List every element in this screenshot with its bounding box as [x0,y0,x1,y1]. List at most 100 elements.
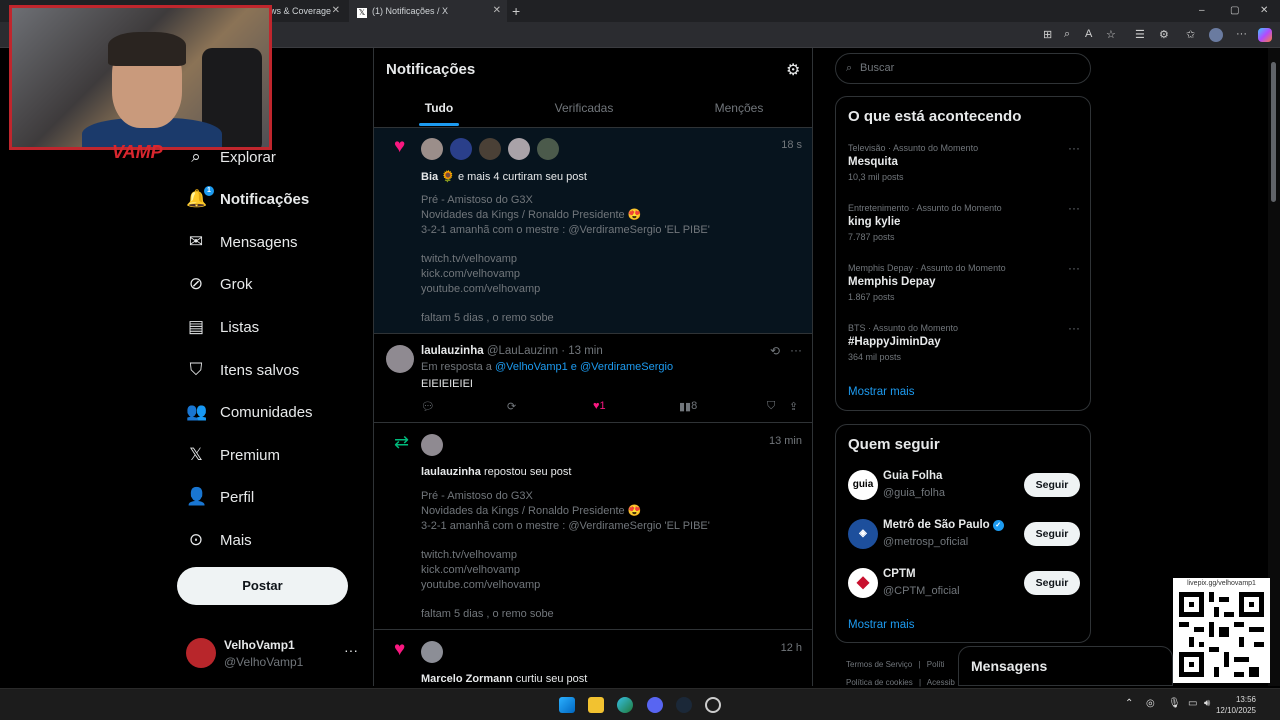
more-dots-icon[interactable]: ··· [1068,201,1080,215]
sidebar-item-communities[interactable]: 👥 Comunidades [186,395,313,429]
avatar[interactable] [421,138,443,160]
reply-author-name[interactable]: laulauzinha [421,345,484,357]
avatar[interactable] [508,138,530,160]
like-button[interactable]: ♥ 1 [593,400,606,412]
actor-name[interactable]: Bia [421,171,438,183]
favorites-icon[interactable]: ✩ [1186,28,1195,41]
notification-repost[interactable]: ⇄ 13 min laulauzinha repostou seu post P… [374,424,812,630]
footer-link[interactable]: Políti [927,660,945,669]
sidebar-item-grok[interactable]: ⊘ Grok [186,267,253,301]
sidebar-item-premium[interactable]: 𝕏 Premium [186,438,280,472]
close-window-button[interactable]: ✕ [1260,0,1268,22]
favorite-star-icon[interactable]: ☆ [1106,28,1116,41]
sidebar-item-more[interactable]: ⊙ Mais [186,523,252,557]
tab-all[interactable]: Tudo [414,101,464,115]
avatar[interactable] [450,138,472,160]
notification-like[interactable]: ♥ 12 h Marcelo Zormann curtiu seu post [374,631,812,686]
display-icon[interactable]: ▭ [1188,698,1197,709]
actor-name[interactable]: Marcelo Zormann [421,673,513,685]
new-tab-button[interactable]: + [512,0,520,22]
more-dots-icon[interactable]: ··· [1068,141,1080,155]
reply-author-handle[interactable]: @LauLauzinn [487,345,558,357]
post-preview[interactable]: Pré - Amistoso do G3X Novidades da Kings… [421,489,710,622]
tray-steam-icon[interactable]: ◎ [1146,698,1155,709]
tray-chevron-icon[interactable]: ⌃ [1125,698,1133,709]
file-explorer-icon[interactable] [588,697,604,713]
close-tab-icon[interactable]: ✕ [332,0,340,22]
start-windows-icon[interactable] [559,697,575,713]
sidebar-item-notifications[interactable]: 🔔 1 Notificações [186,182,309,216]
footer-link[interactable]: Termos de Serviço [846,660,912,669]
sidebar-item-bookmarks[interactable]: ⛉ Itens salvos [186,353,300,387]
volume-icon[interactable]: 🔊︎ [1204,698,1210,709]
microphone-icon[interactable]: 🎙︎ [1168,698,1181,709]
zoom-icon[interactable]: ⌕ [1064,28,1070,41]
follow-suggestion[interactable]: ◆ CPTM @CPTM_oficial Seguir [848,568,1080,602]
follow-button[interactable]: Seguir [1024,522,1080,546]
copilot-icon[interactable] [1258,28,1272,42]
avatar[interactable] [421,641,443,663]
more-dots-icon[interactable]: ··· [1068,321,1080,335]
avatar[interactable] [479,138,501,160]
steam-icon[interactable] [676,697,692,713]
trend-title: king kylie [848,216,901,228]
follow-button[interactable]: Seguir [1024,571,1080,595]
tab-mentions[interactable]: Menções [704,101,774,115]
grok-icon[interactable]: ⟲ [770,344,780,358]
reading-list-icon[interactable]: ☰ [1135,28,1145,41]
mention-link[interactable]: @VelhoVamp1 [495,361,568,373]
actor-name[interactable]: laulauzinha [421,466,481,478]
follow-suggestion[interactable]: guia Guia Folha @guia_folha Seguir [848,470,1080,504]
more-dots-icon[interactable]: ··· [790,343,802,357]
notification-like[interactable]: ♥ 18 s Bia 🌻 e mais 4 curtiram seu post … [374,128,812,334]
extensions-icon[interactable]: ⚙ [1159,28,1169,41]
follow-button[interactable]: Seguir [1024,473,1080,497]
footer-link[interactable]: Política de cookies [846,678,913,687]
read-aloud-icon[interactable]: A [1085,28,1092,40]
sidebar-item-profile[interactable]: 👤 Perfil [186,480,254,514]
follow-handle: @metrosp_oficial [883,536,969,548]
show-more-link[interactable]: Mostrar mais [848,386,914,398]
avatar[interactable] [421,434,443,456]
system-clock[interactable]: 13:56 12/10/2025 [1216,694,1256,716]
post-preview[interactable]: Pré - Amistoso do G3X Novidades da Kings… [421,193,710,326]
more-dots-icon[interactable]: ··· [344,642,358,658]
show-more-link[interactable]: Mostrar mais [848,619,914,631]
reply-icon[interactable]: 💬︎ [421,400,435,413]
sidebar-item-messages[interactable]: ✉ Mensagens [186,225,298,259]
gear-icon[interactable]: ⚙ [786,60,800,80]
account-switcher[interactable]: VelhoVamp1 @VelhoVamp1 ··· [186,634,366,674]
notification-reply[interactable]: laulauzinha @LauLauzinn · 13 min ⟲ ··· E… [374,335,812,423]
close-tab-icon[interactable]: ✕ [493,0,501,22]
discord-icon[interactable] [647,697,663,713]
scrollbar-thumb[interactable] [1271,62,1276,202]
views-button[interactable]: ▮▮ 8 [679,400,697,413]
follow-suggestion[interactable]: ◈ Metrô de São Paulo ✓ @metrosp_oficial S… [848,519,1080,553]
maximize-button[interactable]: ▢ [1230,0,1239,22]
search-input[interactable]: ⌕ Buscar [835,53,1091,84]
avatar[interactable] [386,345,414,373]
trend-item[interactable]: Televisão · Assunto do Momento Mesquita … [848,141,1080,182]
menu-dots-icon[interactable]: ··· [1236,28,1247,40]
tab-verified[interactable]: Verificadas [544,101,624,115]
mention-link[interactable]: @VerdirameSergio [580,361,673,373]
share-icon[interactable]: ⇪ [789,400,798,413]
app-icon[interactable]: ⊞ [1043,28,1052,41]
avatar[interactable] [537,138,559,160]
minimize-button[interactable]: – [1199,0,1205,22]
sidebar-item-lists[interactable]: ▤ Listas [186,310,259,344]
obs-icon[interactable] [705,697,721,713]
repost-icon[interactable]: ⟳ [507,400,516,413]
footer-link[interactable]: Acessib [927,678,955,687]
messages-drawer[interactable]: Mensagens [958,646,1173,686]
browser-tab-coverage[interactable]: ws & Coverage ✕ [262,0,346,22]
edge-browser-icon[interactable] [617,697,633,713]
more-dots-icon[interactable]: ··· [1068,261,1080,275]
trend-item[interactable]: BTS · Assunto do Momento #HappyJiminDay … [848,321,1080,362]
trend-item[interactable]: Memphis Depay · Assunto do Momento Memph… [848,261,1080,302]
trend-item[interactable]: Entretenimento · Assunto do Momento king… [848,201,1080,242]
bookmark-icon[interactable]: ⛉ [767,400,775,413]
post-button[interactable]: Postar [177,567,348,605]
browser-tab-notifications[interactable]: 𝕏 (1) Notificações / X ✕ [349,0,507,22]
profile-avatar-icon[interactable] [1209,28,1223,42]
